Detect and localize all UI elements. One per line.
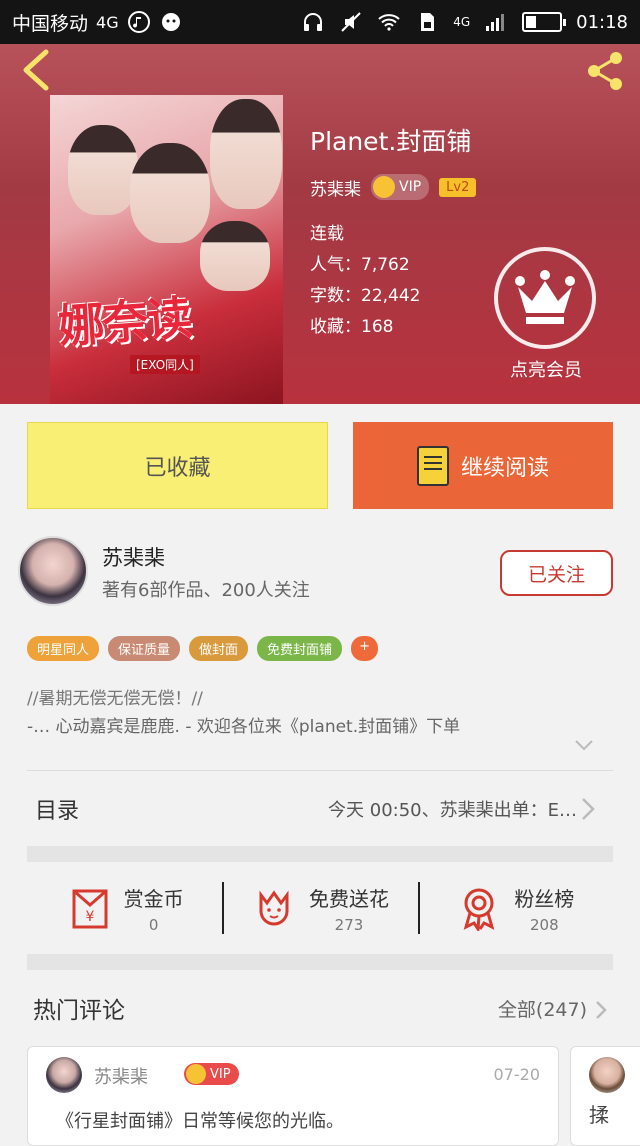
toc-row[interactable]: 目录 今天 00:50、苏棐棐出单：E… [27,770,613,846]
vip-label: VIP [210,1066,231,1082]
add-tag-button[interactable]: + [351,636,378,661]
book-word-count: 字数：22,442 [310,286,421,306]
signal-icon [486,14,505,31]
stat-name: 免费送花 [308,886,389,911]
headphones-icon [304,13,323,31]
description-line-2: -… 心动嘉宾是鹿鹿. - 欢迎各位来《planet.封面铺》下单 [27,717,461,737]
all-comments-link[interactable]: 全部(247) [498,995,587,1022]
network-type-right: 4G [453,15,471,29]
tag[interactable]: 免费封面铺 [257,636,343,661]
cover-figure [210,99,282,209]
vip-label: VIP [399,179,422,195]
book-meta: 连载 人气：7,762 字数：22,442 收藏：168 [310,219,420,343]
divider [27,846,613,862]
author-info: 著有6部作品、200人关注 [102,580,310,601]
status-bar: 中国移动 4G 4G 01:18 [0,0,640,44]
commenter-avatar[interactable] [46,1057,82,1093]
description-line-1: //暑期无偿无偿无偿！// [27,689,203,709]
continue-reading-label: 继续阅读 [460,455,549,481]
crown-icon [373,176,395,198]
follow-button[interactable]: 已关注 [500,550,613,596]
fan-ranking-stat[interactable]: 粉丝榜 208 [417,862,613,954]
tag-list: 明星同人 保证质量 做封面 免费封面铺 + [27,636,378,661]
clock: 01:18 [576,11,628,33]
mute-icon [341,12,361,32]
reward-coins-stat[interactable]: ¥ 赏金币 0 [27,862,222,954]
member-label[interactable]: 点亮会员 [496,356,596,382]
flower-icon [259,890,289,926]
svg-text:¥: ¥ [85,909,94,925]
chat-icon [161,13,180,31]
music-icon [127,11,150,33]
divider [27,954,613,970]
author-section: 苏棐棐 著有6部作品、200人关注 已关注 明星同人 保证质量 做封面 免费封面… [0,520,640,770]
battery-icon [522,12,567,32]
book-title: Planet.封面铺 [310,127,472,156]
stat-value: 208 [529,915,559,934]
comment-card[interactable]: 揉 [570,1046,640,1146]
back-arrow-icon[interactable] [18,48,54,92]
commenter-name[interactable]: 苏棐棐 [94,1063,148,1089]
cover-subtitle: [EXO同人] [130,355,200,374]
cover-figure [130,143,210,243]
vip-badge: VIP [371,174,430,200]
crown-icon [515,270,575,324]
tag[interactable]: 明星同人 [27,636,100,661]
book-icon [416,445,449,486]
author-avatar[interactable] [18,536,88,606]
wifi-icon [378,14,400,31]
book-popularity: 人气：7,762 [310,255,410,275]
sim-icon [421,13,435,31]
comment-text: 揉 [589,1103,609,1127]
comment-card[interactable]: 苏棐棐 VIP 07-20 《行星封面铺》日常等候您的光临。 [27,1046,559,1146]
comment-date: 07-20 [493,1065,541,1084]
stat-name: 粉丝榜 [514,886,575,911]
chevron-right-icon [582,798,595,820]
send-flower-stat[interactable]: 免费送花 273 [222,862,417,954]
book-status: 连载 [310,224,344,244]
crown-icon [186,1064,206,1084]
comment-text: 《行星封面铺》日常等候您的光临。 [56,1111,344,1132]
vip-badge: VIP [184,1063,239,1085]
medal-icon [463,888,495,931]
network-type: 4G [96,12,119,32]
book-author[interactable]: 苏棐棐 [310,175,361,200]
member-button[interactable] [494,247,596,349]
cover-figure [68,125,138,215]
cover-title: 娜奈读 [56,290,193,354]
stats-bar: ¥ 赏金币 0 免费送花 273 粉丝榜 208 [27,862,613,954]
share-icon[interactable] [582,48,628,94]
book-favorites: 收藏：168 [310,317,394,337]
book-cover[interactable]: 娜奈读 [EXO同人] [50,95,283,404]
red-envelope-icon: ¥ [72,889,108,929]
stat-value: 273 [334,915,364,934]
level-badge: Lv2 [439,177,477,197]
tag[interactable]: 保证质量 [108,636,181,661]
tag[interactable]: 做封面 [189,636,249,661]
toc-latest-chapter: 今天 00:50、苏棐棐出单：E… [328,799,577,821]
action-bar: 已收藏 继续阅读 [0,404,640,520]
expand-chevron-icon[interactable] [574,738,594,752]
favorited-button[interactable]: 已收藏 [27,422,328,509]
author-name[interactable]: 苏棐棐 [102,542,165,572]
commenter-avatar[interactable] [589,1057,625,1093]
book-header: 娜奈读 [EXO同人] Planet.封面铺 苏棐棐 VIP Lv2 连载 人气… [0,44,640,404]
chevron-right-icon[interactable] [595,1000,607,1020]
continue-reading-button[interactable]: 继续阅读 [353,422,613,509]
stat-name: 赏金币 [123,886,184,911]
comments-title: 热门评论 [33,998,125,1024]
carrier-name: 中国移动 [12,12,89,35]
book-author-line: 苏棐棐 VIP Lv2 [310,174,477,200]
toc-label: 目录 [35,798,80,824]
comments-header: 热门评论 全部(247) [27,982,613,1034]
stat-value: 0 [148,915,159,934]
